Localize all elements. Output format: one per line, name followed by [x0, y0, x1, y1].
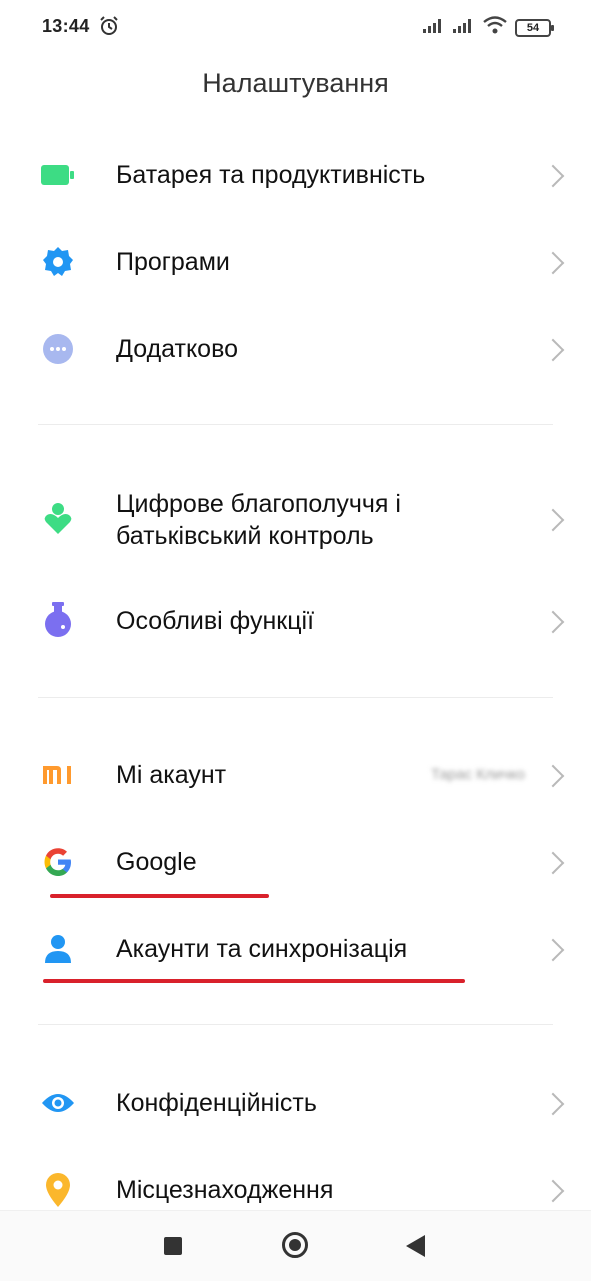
status-bar: 13:44 54	[0, 0, 591, 54]
settings-item-mi-account[interactable]: Мі акаунт Тарас Кличко	[0, 732, 591, 818]
section-divider	[38, 697, 553, 698]
chevron-right-icon	[541, 1179, 565, 1203]
settings-item-special[interactable]: Особливі функції	[0, 578, 591, 664]
chevron-right-icon	[541, 610, 565, 634]
wellbeing-icon	[40, 501, 76, 537]
settings-item-label: Конфіденційність	[116, 1089, 317, 1117]
chevron-right-icon	[541, 164, 565, 188]
signal-icon	[453, 17, 475, 38]
settings-item-label: Мі акаунт	[116, 761, 227, 789]
back-button[interactable]	[406, 1235, 425, 1257]
signal-icon	[423, 17, 445, 38]
section-divider	[38, 424, 553, 425]
account-name-value: Тарас Кличко	[431, 766, 525, 783]
settings-item-label: батьківський контроль	[116, 522, 374, 550]
settings-item-wellbeing[interactable]: Цифрове благополуччя і батьківський конт…	[0, 474, 591, 564]
chevron-right-icon	[541, 1092, 565, 1116]
home-button[interactable]	[282, 1232, 308, 1258]
navigation-bar	[0, 1210, 591, 1281]
page-title: Налаштування	[202, 68, 389, 98]
settings-item-label: Акаунти та синхронізація	[116, 935, 408, 963]
settings-item-label: Google	[116, 848, 197, 876]
person-icon	[40, 931, 76, 967]
recents-button[interactable]	[164, 1237, 182, 1255]
gear-icon	[40, 244, 76, 280]
battery-status-icon: 54	[515, 18, 554, 37]
settings-item-google[interactable]: Google	[0, 819, 591, 905]
highlight-underline	[43, 979, 465, 983]
alarm-icon	[98, 15, 120, 42]
chevron-right-icon	[541, 938, 565, 962]
battery-icon	[40, 157, 76, 193]
status-time: 13:44	[42, 16, 90, 36]
settings-item-label: Батарея та продуктивність	[116, 161, 426, 189]
settings-item-label: Додатково	[116, 335, 238, 363]
settings-item-label: Місцезнаходження	[116, 1176, 334, 1204]
location-pin-icon	[40, 1172, 76, 1208]
settings-item-location[interactable]: Місцезнаходження	[0, 1147, 591, 1210]
settings-item-apps[interactable]: Програми	[0, 219, 591, 305]
chevron-right-icon	[541, 851, 565, 875]
more-dots-icon	[40, 331, 76, 367]
eye-icon	[40, 1085, 76, 1121]
settings-item-battery[interactable]: Батарея та продуктивність	[0, 132, 591, 218]
chevron-right-icon	[541, 508, 565, 532]
wifi-icon	[483, 16, 507, 39]
settings-item-privacy[interactable]: Конфіденційність	[0, 1060, 591, 1146]
section-divider	[38, 1024, 553, 1025]
settings-item-label: Програми	[116, 248, 230, 276]
highlight-underline	[50, 894, 269, 898]
chevron-right-icon	[541, 251, 565, 275]
flask-icon	[40, 602, 76, 638]
settings-item-additional[interactable]: Додатково	[0, 306, 591, 392]
mi-logo-icon	[40, 757, 76, 793]
google-logo-icon	[40, 844, 76, 880]
settings-item-label: Особливі функції	[116, 607, 315, 635]
settings-item-label: Цифрове благополуччя і	[116, 490, 401, 518]
chevron-right-icon	[541, 338, 565, 362]
chevron-right-icon	[541, 764, 565, 788]
